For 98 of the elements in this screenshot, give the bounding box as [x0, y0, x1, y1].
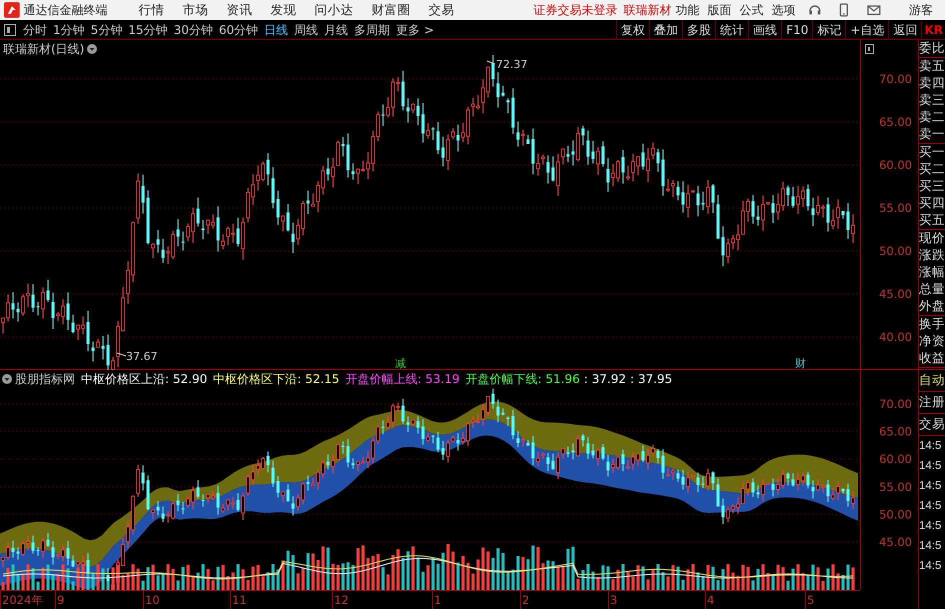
menu-item[interactable]: 资讯 — [218, 0, 262, 20]
time-label: 14:5 — [919, 459, 942, 474]
date-label: 9 — [57, 593, 64, 607]
period-tab[interactable]: 分时 — [20, 20, 50, 38]
time-label: 14:5 — [919, 479, 942, 494]
quote-label: 涨幅 — [919, 264, 945, 281]
price-label: 60.00 — [879, 452, 912, 466]
price-label: 55.00 — [879, 201, 912, 215]
stock-link[interactable]: 联瑞新材 — [624, 1, 672, 19]
price-label: 55.00 — [879, 480, 912, 494]
period-tab[interactable]: 月线 — [321, 20, 352, 38]
quote-label: 换手 — [919, 316, 945, 333]
toolbar-button[interactable]: 画线 — [748, 20, 782, 40]
time-label: 14:5 — [919, 539, 942, 554]
menu-item[interactable]: 发现 — [262, 0, 306, 20]
time-label: 14:5 — [919, 439, 942, 454]
quote-label: 总量 — [919, 281, 945, 298]
date-label: 2 — [522, 593, 530, 607]
price-label: 40.00 — [879, 330, 912, 344]
toolbar-button[interactable]: 叠加 — [649, 20, 682, 40]
date-label: 3 — [610, 593, 618, 607]
toolbar-button[interactable]: F10 — [781, 20, 812, 40]
quote-label: 卖一 — [919, 126, 945, 143]
toolbar-button[interactable]: 复权 — [616, 20, 650, 40]
event-marker[interactable]: 减 — [395, 357, 406, 370]
price-label: 70.00 — [879, 397, 912, 411]
period-tab[interactable]: 1分钟 — [50, 20, 88, 38]
period-tab[interactable]: 5分钟 — [88, 20, 126, 38]
app-title: 通达信金融终端 — [24, 2, 108, 19]
menu-item[interactable]: 市场 — [174, 0, 218, 20]
date-label: 5 — [807, 593, 814, 607]
quote-label: 买二 — [919, 161, 945, 178]
tool-menu-item[interactable]: 选项 — [768, 1, 800, 19]
date-label: 11 — [232, 593, 247, 607]
quote-label: 卖二 — [919, 109, 945, 126]
quote-label: 买三 — [919, 178, 945, 195]
tool-menu-item[interactable]: 功能 — [672, 1, 704, 19]
period-tab[interactable]: 更多 > — [393, 20, 437, 38]
price-label: 45.00 — [879, 535, 912, 549]
toolbar-button[interactable]: 返回 — [888, 20, 922, 40]
period-tab[interactable]: 日线 — [261, 20, 292, 38]
menu-item[interactable]: 行情 — [130, 0, 174, 20]
quote-label: 涨跌 — [919, 247, 945, 264]
price-label: 50.00 — [879, 507, 912, 522]
stock-code: KR — [921, 20, 945, 38]
quote-label: 收益 — [919, 350, 945, 367]
chart-title: 联瑞新材(日线) — [3, 42, 84, 56]
user-label[interactable]: 游客 — [905, 1, 938, 19]
quote-label: 买四 — [919, 195, 945, 212]
quote-label: 买一 — [919, 144, 945, 161]
login-notice[interactable]: 证券交易未登录 — [534, 1, 618, 19]
menu-item[interactable]: 问小达 — [306, 0, 363, 20]
toolbar-button[interactable]: 标记 — [812, 20, 846, 40]
date-label: 10 — [145, 593, 160, 607]
date-label: 1 — [434, 593, 442, 607]
toolbar-button[interactable]: +自选 — [845, 20, 888, 40]
indicator-source: 股朋指标网 — [15, 372, 75, 386]
period-tab[interactable]: 15分钟 — [125, 20, 171, 38]
price-label: 60.00 — [879, 158, 912, 172]
quote-label: 外盘 — [919, 298, 945, 315]
tool-menu-item[interactable]: 公式 — [736, 1, 768, 19]
quote-label: 卖三 — [919, 92, 945, 109]
event-marker[interactable]: 财 — [795, 357, 806, 370]
toolbar-button[interactable]: 统计 — [715, 20, 748, 40]
quote-label: 委比 — [919, 40, 945, 57]
time-label: 14:5 — [919, 499, 942, 514]
toolbar-button[interactable]: 多股 — [682, 20, 716, 40]
time-label: 14:5 — [919, 559, 942, 574]
tool-menu-item[interactable]: 版面 — [704, 1, 736, 19]
price-label: 45.00 — [879, 287, 912, 301]
indicator-reading: 开盘价幅下线: 51.96 — [466, 372, 580, 386]
trade-item[interactable]: 注册 — [919, 392, 945, 414]
indicator-reading: : 37.95 — [630, 372, 672, 386]
date-label: 4 — [707, 593, 714, 607]
period-tab[interactable]: 多周期 — [351, 20, 394, 38]
price-label: 65.00 — [879, 424, 912, 439]
trade-item[interactable]: 交易 — [919, 414, 945, 436]
quote-label: 卖五 — [919, 58, 945, 75]
price-label: 70.00 — [879, 72, 912, 86]
date-label: 12 — [334, 593, 349, 607]
date-label: 2024年 — [2, 593, 44, 607]
indicator-reading: 开盘价幅上线: 53.19 — [345, 372, 460, 386]
indicator-reading: 中枢价格区上沿: 52.90 — [81, 372, 208, 386]
quote-label: 卖四 — [919, 75, 945, 92]
quote-label: 净资 — [919, 333, 945, 350]
quote-label: 现价 — [919, 230, 945, 247]
time-label: 14:5 — [919, 519, 942, 534]
period-tab[interactable]: 30分钟 — [170, 20, 216, 38]
period-tab[interactable]: 周线 — [291, 20, 322, 38]
trade-item[interactable]: 自动 — [919, 370, 945, 392]
menu-item[interactable]: 财富圈 — [362, 0, 420, 20]
price-label: 50.00 — [879, 244, 912, 258]
indicator-reading: 中枢价格区下沿: 52.15 — [213, 372, 340, 386]
period-tab[interactable]: 60分钟 — [216, 20, 262, 38]
price-label: 65.00 — [879, 115, 912, 129]
quote-label: 买五 — [919, 212, 945, 229]
menu-item[interactable]: 交易 — [420, 0, 464, 20]
indicator-reading: : 37.92 — [584, 372, 626, 386]
